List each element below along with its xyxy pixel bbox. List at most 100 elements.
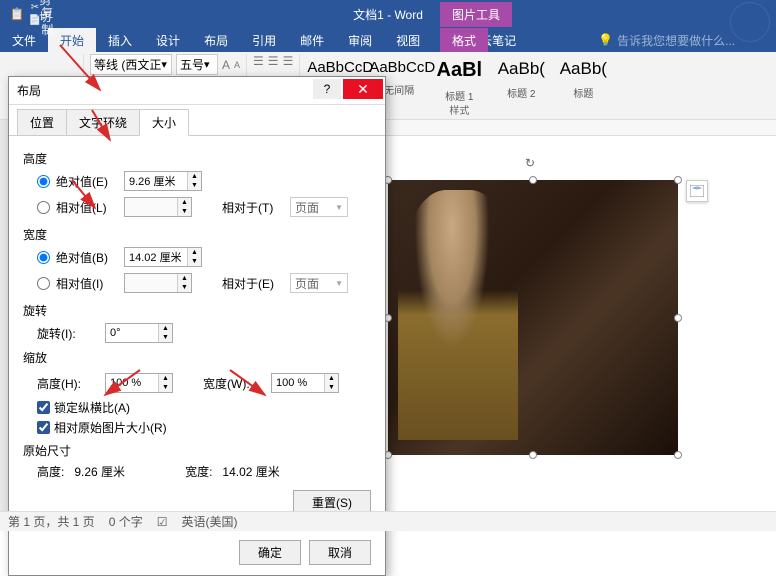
- section-height: 高度: [23, 150, 371, 167]
- dialog-tab-wrap[interactable]: 文字环绕: [66, 109, 140, 136]
- dialog-title: 布局: [17, 82, 41, 99]
- tab-layout[interactable]: 布局: [192, 28, 240, 52]
- rotate-spinner[interactable]: ▲▼: [105, 323, 173, 343]
- scale-w-input[interactable]: [272, 374, 324, 392]
- height-relto-label: 相对于(T): [222, 199, 284, 216]
- lightbulb-icon: 💡: [598, 33, 613, 47]
- rotate-handle-icon[interactable]: ↻: [525, 156, 541, 172]
- section-original: 原始尺寸: [23, 442, 371, 459]
- rotate-input[interactable]: [106, 324, 158, 342]
- layout-options-button[interactable]: [686, 180, 708, 202]
- dialog-titlebar[interactable]: 布局 ? ✕: [9, 77, 385, 105]
- chevron-down-icon: ▼: [335, 203, 343, 212]
- height-absolute-input[interactable]: [125, 172, 187, 190]
- quick-access-toolbar: 📋 ✂ 剪切 📄 复制: [8, 2, 50, 27]
- tab-home[interactable]: 开始: [48, 28, 96, 52]
- multilevel-icon[interactable]: ☰: [283, 54, 294, 68]
- section-width: 宽度: [23, 226, 371, 243]
- dialog-close-button[interactable]: ✕: [343, 79, 383, 99]
- spinner-up-icon[interactable]: ▲: [188, 172, 201, 181]
- bullets-icon[interactable]: ☰: [253, 54, 264, 68]
- height-absolute-radio[interactable]: [37, 175, 50, 188]
- decrease-font-icon[interactable]: A: [234, 60, 240, 70]
- scale-w-label: 宽度(W):: [203, 375, 265, 392]
- width-absolute-input[interactable]: [125, 248, 187, 266]
- tab-references[interactable]: 引用: [240, 28, 288, 52]
- cancel-button[interactable]: 取消: [309, 540, 371, 565]
- numbering-icon[interactable]: ☰: [268, 54, 279, 68]
- height-relto-combo[interactable]: 页面 ▼: [290, 197, 348, 217]
- width-relto-label: 相对于(E): [222, 275, 284, 292]
- width-relto-combo[interactable]: 页面 ▼: [290, 273, 348, 293]
- height-relative-input: [125, 198, 177, 216]
- width-relto-value: 页面: [295, 275, 319, 292]
- rotate-label: 旋转(I):: [37, 325, 99, 342]
- lock-aspect-checkbox[interactable]: [37, 401, 50, 414]
- width-absolute-label: 绝对值(B): [56, 249, 118, 266]
- status-language[interactable]: 英语(美国): [181, 513, 237, 530]
- style-heading1[interactable]: AaBl标题 1: [430, 54, 488, 102]
- font-name-value: 等线 (西文正: [94, 56, 161, 73]
- height-relative-radio[interactable]: [37, 201, 50, 214]
- height-relative-spinner[interactable]: ▲▼: [124, 197, 192, 217]
- tab-mailings[interactable]: 邮件: [288, 28, 336, 52]
- width-absolute-spinner[interactable]: ▲▼: [124, 247, 202, 267]
- scale-h-input[interactable]: [106, 374, 158, 392]
- dialog-help-button[interactable]: ?: [313, 79, 341, 99]
- status-page[interactable]: 第 1 页，共 1 页: [8, 513, 95, 530]
- dialog-body: 高度 绝对值(E) ▲▼ 相对值(L) ▲▼ 相对于(T) 页面▼ 宽度 绝对值…: [9, 135, 385, 529]
- height-absolute-spinner[interactable]: ▲▼: [124, 171, 202, 191]
- copy-label: 复制: [41, 4, 53, 38]
- orig-w-label: 宽度:: [185, 465, 212, 479]
- scale-h-label: 高度(H):: [37, 375, 99, 392]
- copy-button[interactable]: 📄 复制: [32, 15, 50, 27]
- tell-me-search[interactable]: 💡 告诉我您想要做什么...: [598, 28, 735, 52]
- document-title: 文档1 - Word: [353, 6, 423, 23]
- tab-insert[interactable]: 插入: [96, 28, 144, 52]
- width-absolute-radio[interactable]: [37, 251, 50, 264]
- picture-tools-context: 图片工具: [440, 2, 512, 27]
- resize-handle-t[interactable]: [529, 176, 537, 184]
- font-size-value: 五号: [180, 56, 204, 73]
- font-size-combo[interactable]: 五号▾: [176, 54, 218, 75]
- tab-view[interactable]: 视图: [384, 28, 432, 52]
- chevron-down-icon: ▼: [335, 279, 343, 288]
- status-bar: 第 1 页，共 1 页 0 个字 ☑ 英语(美国): [0, 511, 776, 531]
- paste-icon[interactable]: 📋: [8, 5, 26, 23]
- tab-format[interactable]: 格式: [440, 28, 488, 53]
- style-heading2[interactable]: AaBb(标题 2: [492, 54, 550, 102]
- orig-h-value: 9.26 厘米: [74, 465, 125, 479]
- style-title[interactable]: AaBb(标题: [554, 54, 612, 102]
- lock-aspect-label: 锁定纵横比(A): [54, 399, 130, 416]
- font-name-combo[interactable]: 等线 (西文正▾: [90, 54, 172, 75]
- spinner-down-icon[interactable]: ▼: [188, 181, 201, 190]
- dialog-tab-size[interactable]: 大小: [139, 109, 189, 136]
- resize-handle-tr[interactable]: [674, 176, 682, 184]
- width-relative-radio[interactable]: [37, 277, 50, 290]
- relative-original-checkbox[interactable]: [37, 421, 50, 434]
- section-rotate: 旋转: [23, 302, 371, 319]
- tab-design[interactable]: 设计: [144, 28, 192, 52]
- status-proofing-icon[interactable]: ☑: [157, 515, 168, 529]
- image-content: [388, 180, 678, 455]
- orig-w-value: 14.02 厘米: [222, 465, 279, 479]
- tab-review[interactable]: 审阅: [336, 28, 384, 52]
- increase-font-icon[interactable]: A: [222, 58, 230, 72]
- dialog-tab-position[interactable]: 位置: [17, 109, 67, 136]
- selected-image[interactable]: ↻: [388, 180, 678, 455]
- resize-handle-b[interactable]: [529, 451, 537, 459]
- width-relative-input: [125, 274, 177, 292]
- ok-button[interactable]: 确定: [239, 540, 301, 565]
- scale-h-spinner[interactable]: ▲▼: [105, 373, 173, 393]
- scale-w-spinner[interactable]: ▲▼: [271, 373, 339, 393]
- layout-dialog: 布局 ? ✕ 位置 文字环绕 大小 高度 绝对值(E) ▲▼ 相对值(L) ▲▼…: [8, 76, 386, 576]
- height-relative-label: 相对值(L): [56, 199, 118, 216]
- status-words[interactable]: 0 个字: [109, 513, 143, 530]
- resize-handle-br[interactable]: [674, 451, 682, 459]
- watermark-icon: [730, 2, 770, 42]
- width-relative-label: 相对值(I): [56, 275, 118, 292]
- width-relative-spinner[interactable]: ▲▼: [124, 273, 192, 293]
- dialog-tabs: 位置 文字环绕 大小: [9, 105, 385, 136]
- height-relto-value: 页面: [295, 199, 319, 216]
- resize-handle-r[interactable]: [674, 314, 682, 322]
